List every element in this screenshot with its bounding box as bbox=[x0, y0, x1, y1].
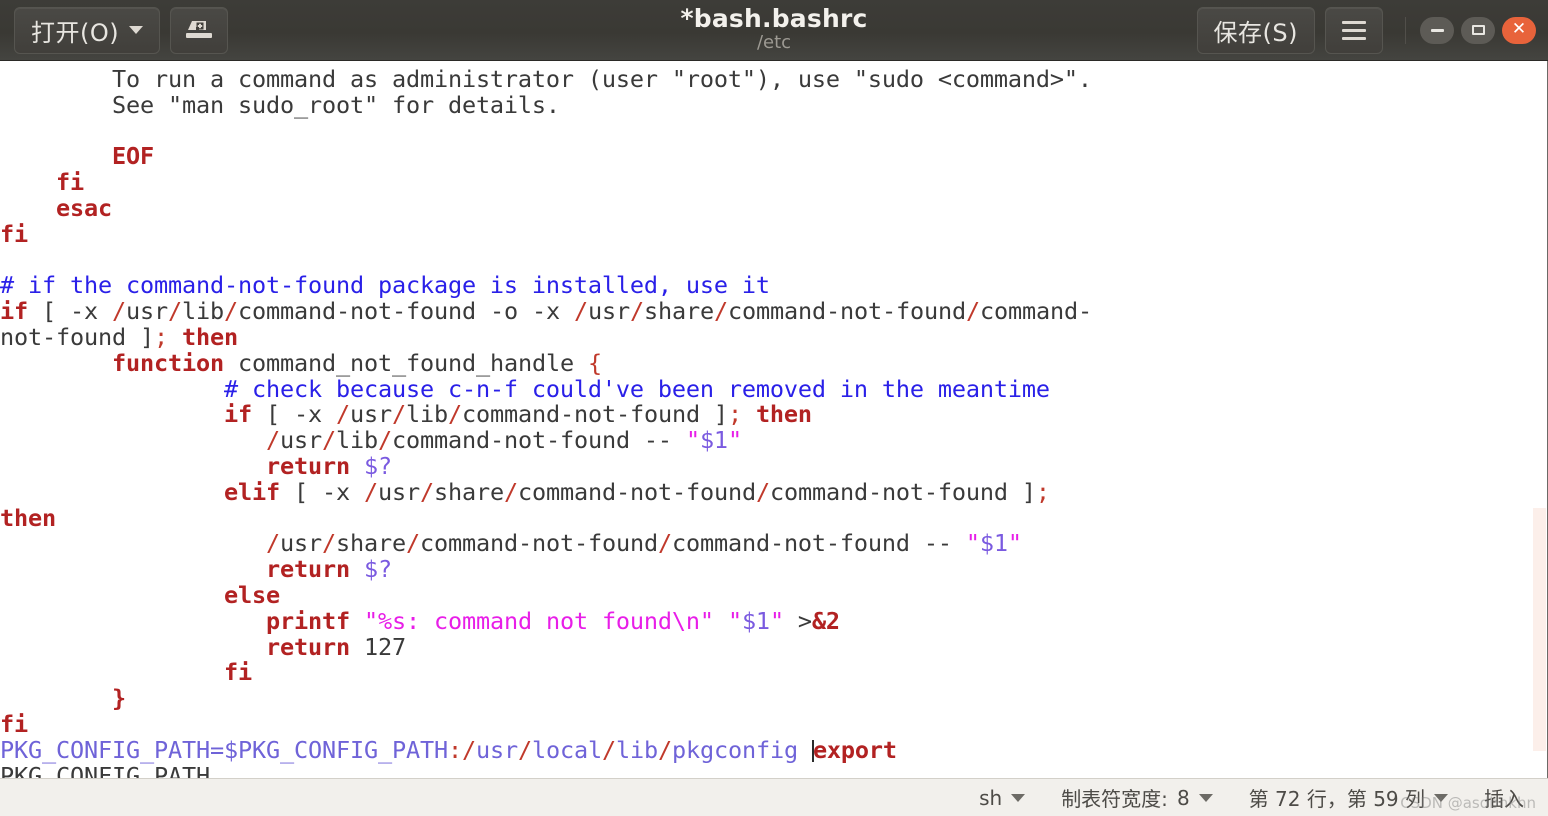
code-line: PKG_CONFIG_PATH bbox=[0, 761, 210, 778]
code-line: not-found ]; then bbox=[0, 322, 238, 351]
vertical-scrollbar[interactable] bbox=[1533, 508, 1546, 751]
save-button[interactable]: 保存(S) bbox=[1196, 6, 1315, 54]
close-button[interactable]: ✕ bbox=[1502, 16, 1536, 44]
insert-mode-label: 插入 bbox=[1484, 787, 1524, 811]
open-button-label: 打开(O) bbox=[31, 18, 120, 47]
title-bar: 打开(O) *bash.bashrc /etc 保存(S) ✕ bbox=[0, 0, 1548, 61]
code-line: fi bbox=[0, 658, 252, 687]
code-line: return 127 bbox=[0, 632, 406, 661]
code-line: if [ -x /usr/lib/command-not-found ]; th… bbox=[0, 400, 812, 429]
language-label: sh bbox=[979, 785, 1003, 810]
code-line: else bbox=[0, 580, 280, 609]
window-title: *bash.bashrc bbox=[680, 4, 868, 34]
maximize-button[interactable] bbox=[1461, 16, 1495, 44]
code-line: } bbox=[0, 684, 126, 713]
code-line: if [ -x /usr/lib/command-not-found -o -x… bbox=[0, 297, 1092, 326]
close-icon: ✕ bbox=[1511, 19, 1527, 39]
titlebar-right-controls: 保存(S) ✕ bbox=[1196, 6, 1536, 54]
chevron-down-icon bbox=[1011, 793, 1026, 802]
maximize-icon bbox=[1471, 25, 1485, 35]
minimize-icon bbox=[1430, 28, 1444, 32]
status-bar: sh 制表符宽度: 8 第 72 行，第 59 列 插入 CSDN @asdbn… bbox=[0, 778, 1548, 816]
window-controls: ✕ bbox=[1405, 16, 1536, 44]
chevron-down-icon bbox=[129, 26, 144, 34]
save-button-label: 保存(S) bbox=[1213, 18, 1298, 47]
window-subtitle-path: /etc bbox=[756, 32, 792, 54]
code-line: /usr/lib/command-not-found -- "$1" bbox=[265, 426, 742, 455]
code-line: PKG_CONFIG_PATH=$PKG_CONFIG_PATH:/usr/lo… bbox=[0, 735, 897, 764]
code-line: return $? bbox=[0, 555, 392, 584]
code-line: fi bbox=[0, 168, 84, 197]
code-line: function command_not_found_handle { bbox=[0, 348, 602, 377]
cursor-position-selector[interactable]: 第 72 行，第 59 列 bbox=[1231, 783, 1466, 812]
code-line: # if the command-not-found package is in… bbox=[0, 271, 770, 300]
hamburger-menu-icon bbox=[1342, 20, 1366, 40]
code-line: /usr/share/command-not-found/command-not… bbox=[265, 529, 1022, 558]
code-line: To run a command as administrator (user … bbox=[0, 65, 1092, 93]
code-line: fi bbox=[0, 219, 28, 248]
code-line: elif [ -x /usr/share/command-not-found/c… bbox=[0, 477, 1050, 506]
language-selector[interactable]: sh bbox=[961, 786, 1043, 810]
code-line: then bbox=[0, 503, 56, 532]
tab-width-value: 8 bbox=[1176, 785, 1190, 810]
open-button[interactable]: 打开(O) bbox=[14, 6, 161, 54]
save-as-icon bbox=[186, 21, 213, 38]
code-line: # check because c-n-f could've been remo… bbox=[0, 374, 1050, 403]
code-editor[interactable]: To run a command as administrator (user … bbox=[0, 61, 1548, 778]
code-line: esac bbox=[0, 193, 112, 222]
code-line: return $? bbox=[0, 451, 392, 480]
minimize-button[interactable] bbox=[1420, 16, 1454, 44]
chevron-down-icon bbox=[1434, 793, 1448, 802]
chevron-down-icon bbox=[1198, 793, 1213, 802]
code-line: See "man sudo_root" for details. bbox=[0, 90, 560, 119]
code-text[interactable]: To run a command as administrator (user … bbox=[0, 61, 1547, 778]
code-line: EOF bbox=[0, 142, 154, 171]
code-line: fi bbox=[0, 709, 28, 738]
cursor-position-label: 第 72 行，第 59 列 bbox=[1248, 787, 1425, 811]
titlebar-left-controls: 打开(O) bbox=[14, 6, 229, 54]
save-as-button[interactable] bbox=[170, 6, 229, 54]
tab-width-selector[interactable]: 制表符宽度: 8 bbox=[1043, 783, 1230, 812]
tab-width-label: 制表符宽度: bbox=[1061, 787, 1168, 811]
text-editor-window: 打开(O) *bash.bashrc /etc 保存(S) ✕ To run a… bbox=[0, 0, 1548, 816]
insert-mode-indicator[interactable]: 插入 bbox=[1466, 783, 1542, 812]
menu-button[interactable] bbox=[1325, 6, 1383, 54]
code-line: printf "%s: command not found\n" "$1" >&… bbox=[0, 606, 840, 635]
